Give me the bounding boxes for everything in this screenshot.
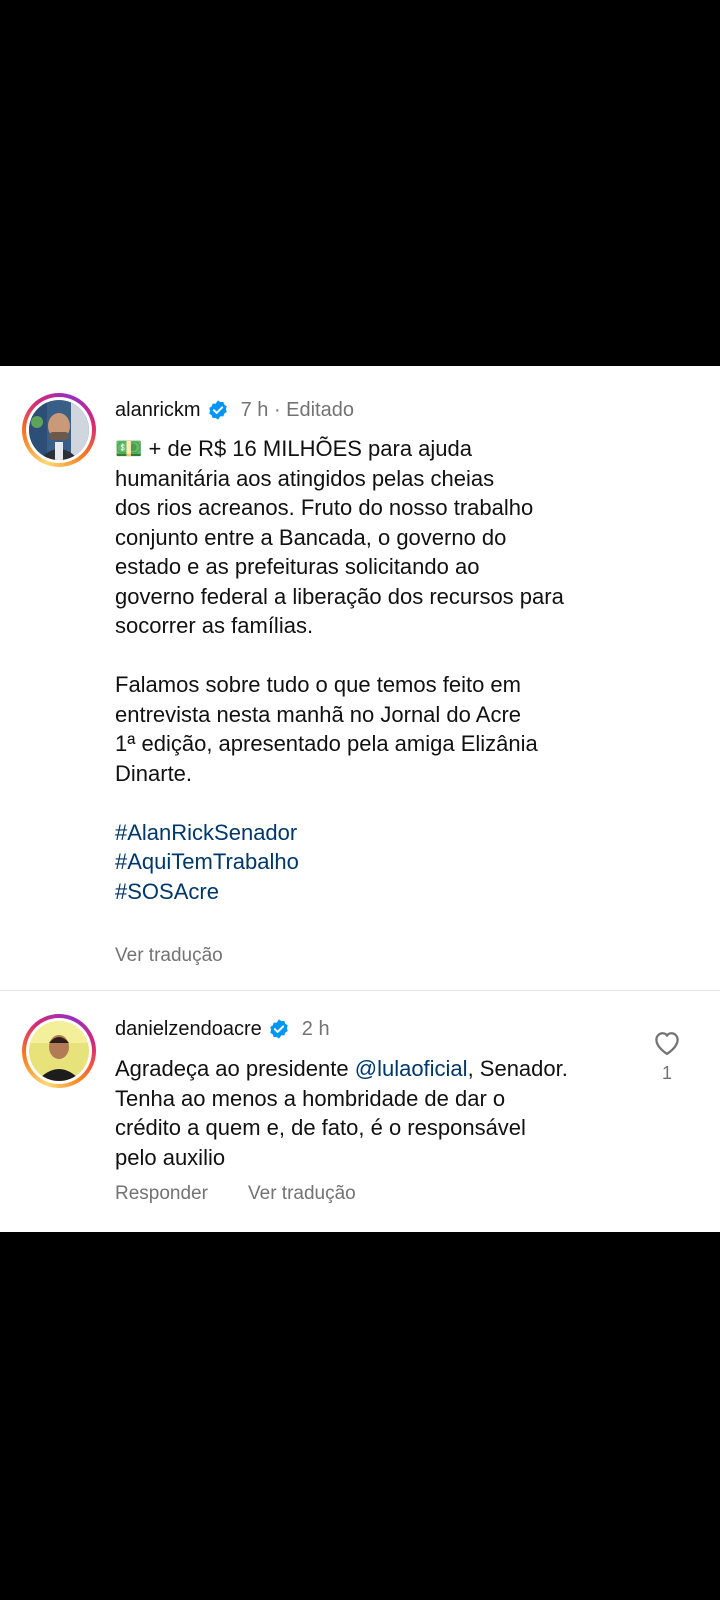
caption-line: Falamos sobre tudo o que temos feito em [115,672,521,697]
caption-line: estado e as prefeituras solicitando ao [115,554,480,579]
comment-meta: 2 h [301,1017,330,1040]
money-emoji-icon: 💵 [115,436,143,461]
caption-line: dos rios acreanos. Fruto do nosso trabal… [115,495,534,520]
comment-header: danielzendoacre 2 h [115,1016,330,1042]
divider [0,990,720,991]
post-caption: 💵 + de R$ 16 MILHÕES para ajuda humanitá… [115,434,635,906]
comment-username[interactable]: danielzendoacre [115,1018,262,1041]
like-count: 1 [662,1063,673,1083]
comment-see-translation[interactable]: Ver tradução [248,1183,356,1205]
verified-badge-icon [208,400,227,420]
hashtag-link[interactable]: #AlanRickSenador [115,818,635,848]
caption-line: socorrer as famílias. [115,613,314,638]
hashtag-link[interactable]: #AquiTemTrabalho [115,847,635,877]
reply-button[interactable]: Responder [115,1183,208,1205]
post-see-translation[interactable]: Ver tradução [115,945,223,967]
screen: { "post": { "username": "alanrickm", "me… [0,0,720,1600]
avatar-photo [29,400,89,460]
post-author-avatar[interactable] [22,393,96,467]
caption-line: governo federal a liberação dos recursos… [115,583,564,609]
post-meta: 7 h · Editado [240,398,354,421]
mention-link[interactable]: @lulaoficial [355,1056,468,1081]
caption-line: humanitária aos atingidos pelas cheias [115,465,495,491]
verified-badge-icon [270,1019,288,1039]
comment-text-part: Agradeça ao presidente [115,1056,355,1081]
caption-line: entrevista nesta manhã no Jornal do Acre [115,701,522,727]
comment-line: Tenha ao menos a hombridade de dar o [115,1085,506,1111]
caption-line: conjunto entre a Bancada, o governo do [115,524,507,550]
caption-line: Dinarte. [115,760,193,786]
heart-icon[interactable] [652,1028,682,1056]
comment-author-avatar[interactable] [22,1014,96,1088]
hashtag-link[interactable]: #SOSAcre [115,877,635,907]
comment-text: Agradeça ao presidente @lulaoficial, Sen… [115,1054,635,1172]
comment-text-part: , Senador. [467,1056,568,1081]
caption-line: + de R$ 16 MILHÕES para ajuda [148,436,472,461]
comment-line: crédito a quem e, de fato, é o responsáv… [115,1115,526,1140]
avatar-photo [29,1021,89,1081]
caption-line: 1ª edição, apresentado pela amiga Elizân… [115,731,538,756]
post-header: alanrickm 7 h · Editado [115,397,354,423]
comment-line: pelo auxilio [115,1144,226,1170]
post-username[interactable]: alanrickm [115,399,201,422]
